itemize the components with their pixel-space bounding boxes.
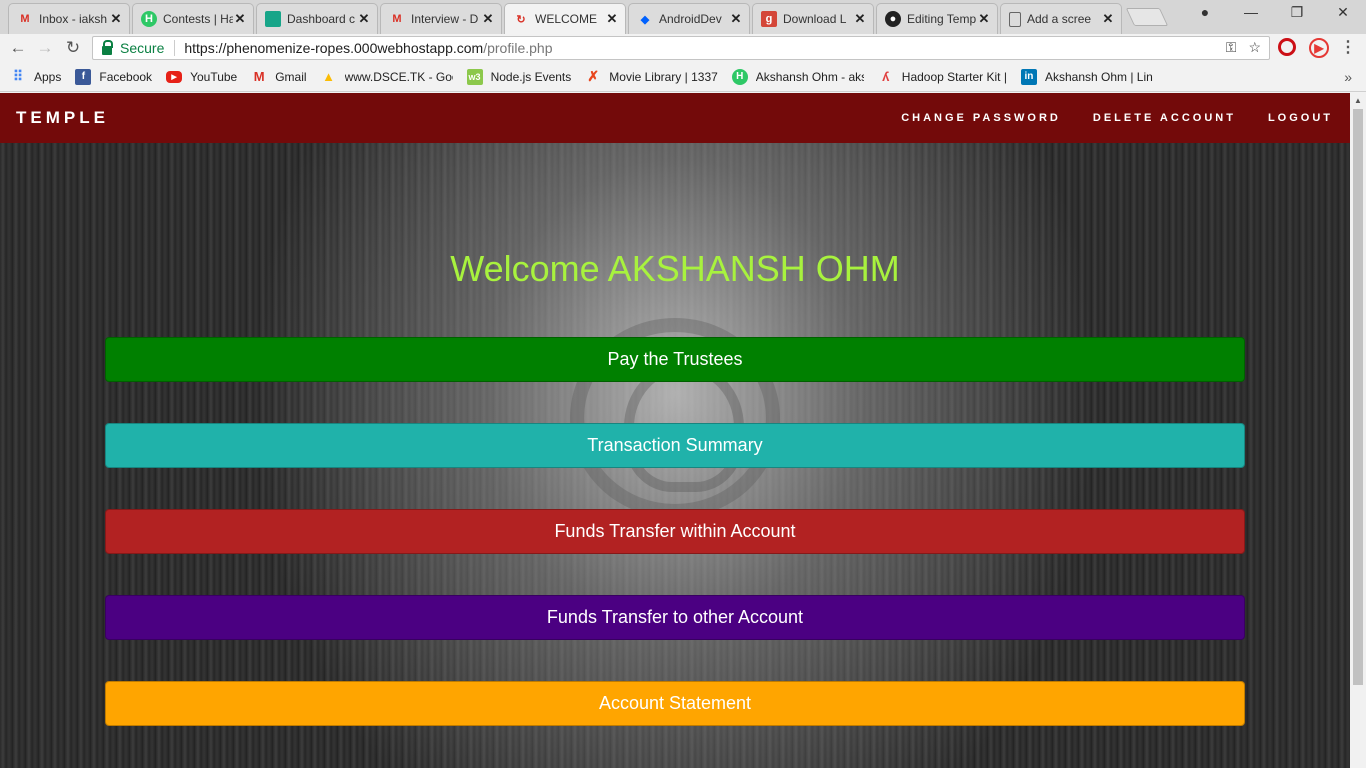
document-icon: [1009, 11, 1021, 27]
tab-title: Editing Temp: [907, 12, 977, 26]
gmail-icon: M: [392, 13, 402, 25]
funds-transfer-within-button[interactable]: Funds Transfer within Account: [105, 509, 1245, 554]
bookmark-hackerearth[interactable]: H Akshansh Ohm - aks: [731, 68, 864, 85]
close-icon[interactable]: ✕: [1101, 11, 1115, 27]
tab-title: Interview - D: [411, 12, 479, 26]
close-icon[interactable]: ✕: [729, 11, 743, 27]
scroll-up-arrow-icon[interactable]: ▲: [1350, 93, 1366, 109]
funds-transfer-other-button[interactable]: Funds Transfer to other Account: [105, 595, 1245, 640]
minimize-button[interactable]: —: [1228, 4, 1274, 20]
scroll-thumb[interactable]: [1353, 109, 1363, 685]
dashboard-icon: [265, 11, 281, 27]
account-statement-button[interactable]: Account Statement: [105, 681, 1245, 726]
tab-title: WELCOME: [535, 12, 598, 26]
play-icon[interactable]: ▶: [1309, 38, 1329, 58]
opera-icon[interactable]: [1278, 38, 1296, 56]
browser-tab[interactable]: ● Editing Temp ✕: [876, 3, 998, 34]
browser-tab[interactable]: ◆ AndroidDev ✕: [628, 3, 750, 34]
tab-title: Inbox - iaksh: [39, 12, 108, 26]
transaction-summary-button[interactable]: Transaction Summary: [105, 423, 1245, 468]
tab-title: Add a scree: [1027, 12, 1092, 26]
browser-tab-active[interactable]: ↻ WELCOME ✕: [504, 3, 626, 34]
bookmark-facebook[interactable]: f Facebook: [75, 68, 152, 85]
bookmark-movie-library[interactable]: ✗ Movie Library | 1337: [585, 68, 717, 85]
bookmark-youtube[interactable]: ▶ YouTube: [166, 70, 237, 84]
apps-grid-icon: ⠿: [12, 68, 24, 84]
star-icon[interactable]: ☆: [1248, 39, 1261, 56]
youtube-icon: ▶: [166, 70, 183, 83]
bookmark-apps[interactable]: ⠿ Apps: [10, 68, 62, 85]
menu-icon[interactable]: ⋮: [1338, 38, 1358, 58]
pay-trustees-button[interactable]: Pay the Trustees: [105, 337, 1245, 382]
close-icon[interactable]: ✕: [109, 11, 123, 27]
new-tab-button[interactable]: [1125, 8, 1169, 26]
browser-tab[interactable]: Add a scree ✕: [1000, 3, 1122, 34]
bookmark-nodejs[interactable]: w3 Node.js Events: [466, 68, 571, 85]
reload-button[interactable]: ↻: [62, 37, 84, 59]
bookmark-hadoop[interactable]: ʎ Hadoop Starter Kit |: [878, 69, 1007, 85]
change-password-link[interactable]: CHANGE PASSWORD: [901, 112, 1061, 124]
w3-icon: w3: [466, 68, 483, 85]
google-drive-icon: ▲: [322, 69, 335, 84]
top-navbar: TEMPLE CHANGE PASSWORD DELETE ACCOUNT LO…: [0, 93, 1350, 143]
delete-account-link[interactable]: DELETE ACCOUNT: [1093, 112, 1236, 124]
back-button[interactable]: ←: [7, 37, 29, 59]
gmail-icon: M: [20, 13, 30, 25]
brand-logo[interactable]: TEMPLE: [16, 108, 109, 128]
facebook-icon: f: [75, 68, 92, 85]
close-icon[interactable]: ✕: [977, 11, 991, 27]
bookmarks-bar: ⠿ Apps f Facebook ▶ YouTube M Gmail ▲ ww…: [0, 62, 1366, 92]
bookmark-linkedin[interactable]: in Akshansh Ohm | Link: [1020, 68, 1153, 85]
hackerearth-icon: H: [731, 68, 748, 85]
forward-button[interactable]: →: [34, 37, 56, 59]
close-icon[interactable]: ✕: [481, 11, 495, 27]
dropbox-icon: ◆: [640, 13, 650, 26]
hackerearth-icon: H: [141, 11, 157, 27]
browser-tab[interactable]: M Interview - D ✕: [380, 3, 502, 34]
page-icon: ↻: [516, 13, 526, 26]
browser-toolbar: ← → ↻ Secure https://phenomenize-ropes.0…: [0, 34, 1366, 62]
key-icon[interactable]: ⚿: [1226, 39, 1237, 56]
close-icon[interactable]: ✕: [605, 11, 619, 27]
bookmark-dsce[interactable]: ▲ www.DSCE.TK - Goo: [321, 69, 452, 85]
url-text[interactable]: https://phenomenize-ropes.000webhostapp.…: [175, 40, 552, 56]
close-icon[interactable]: ✕: [233, 11, 247, 27]
close-icon[interactable]: ✕: [853, 11, 867, 27]
profile-icon[interactable]: ●: [1182, 4, 1228, 20]
browser-tab[interactable]: Dashboard c ✕: [256, 3, 378, 34]
linkedin-icon: in: [1020, 68, 1037, 85]
tab-title: AndroidDev: [659, 12, 722, 26]
window-close-button[interactable]: ✕: [1320, 4, 1366, 21]
chevron-right-icon[interactable]: »: [1344, 69, 1352, 85]
github-icon: ●: [885, 11, 901, 27]
tab-title: Download L: [783, 12, 847, 26]
maximize-button[interactable]: ❐: [1274, 4, 1320, 21]
tab-strip: M Inbox - iaksh ✕ H Contests | Ha ✕ Dash…: [0, 0, 1366, 34]
x-icon: ✗: [587, 68, 600, 84]
g-icon: g: [761, 11, 777, 27]
page-content: TEMPLE CHANGE PASSWORD DELETE ACCOUNT LO…: [0, 93, 1350, 768]
tab-title: Dashboard c: [287, 12, 356, 26]
page-scrollbar[interactable]: ▲: [1350, 93, 1366, 768]
gmail-icon: M: [253, 69, 265, 84]
secure-label: Secure: [120, 40, 176, 56]
lock-icon: [102, 39, 113, 55]
address-bar[interactable]: Secure https://phenomenize-ropes.000webh…: [92, 36, 1270, 60]
welcome-heading: Welcome AKSHANSH OHM: [450, 248, 900, 289]
close-icon[interactable]: ✕: [357, 11, 371, 27]
browser-tab[interactable]: M Inbox - iaksh ✕: [8, 3, 130, 34]
logout-link[interactable]: LOGOUT: [1268, 112, 1333, 124]
bookmark-gmail[interactable]: M Gmail: [251, 69, 307, 85]
hadoop-icon: ʎ: [882, 69, 890, 84]
browser-tab[interactable]: g Download L ✕: [752, 3, 874, 34]
browser-tab[interactable]: H Contests | Ha ✕: [132, 3, 254, 34]
tab-title: Contests | Ha: [163, 12, 233, 26]
